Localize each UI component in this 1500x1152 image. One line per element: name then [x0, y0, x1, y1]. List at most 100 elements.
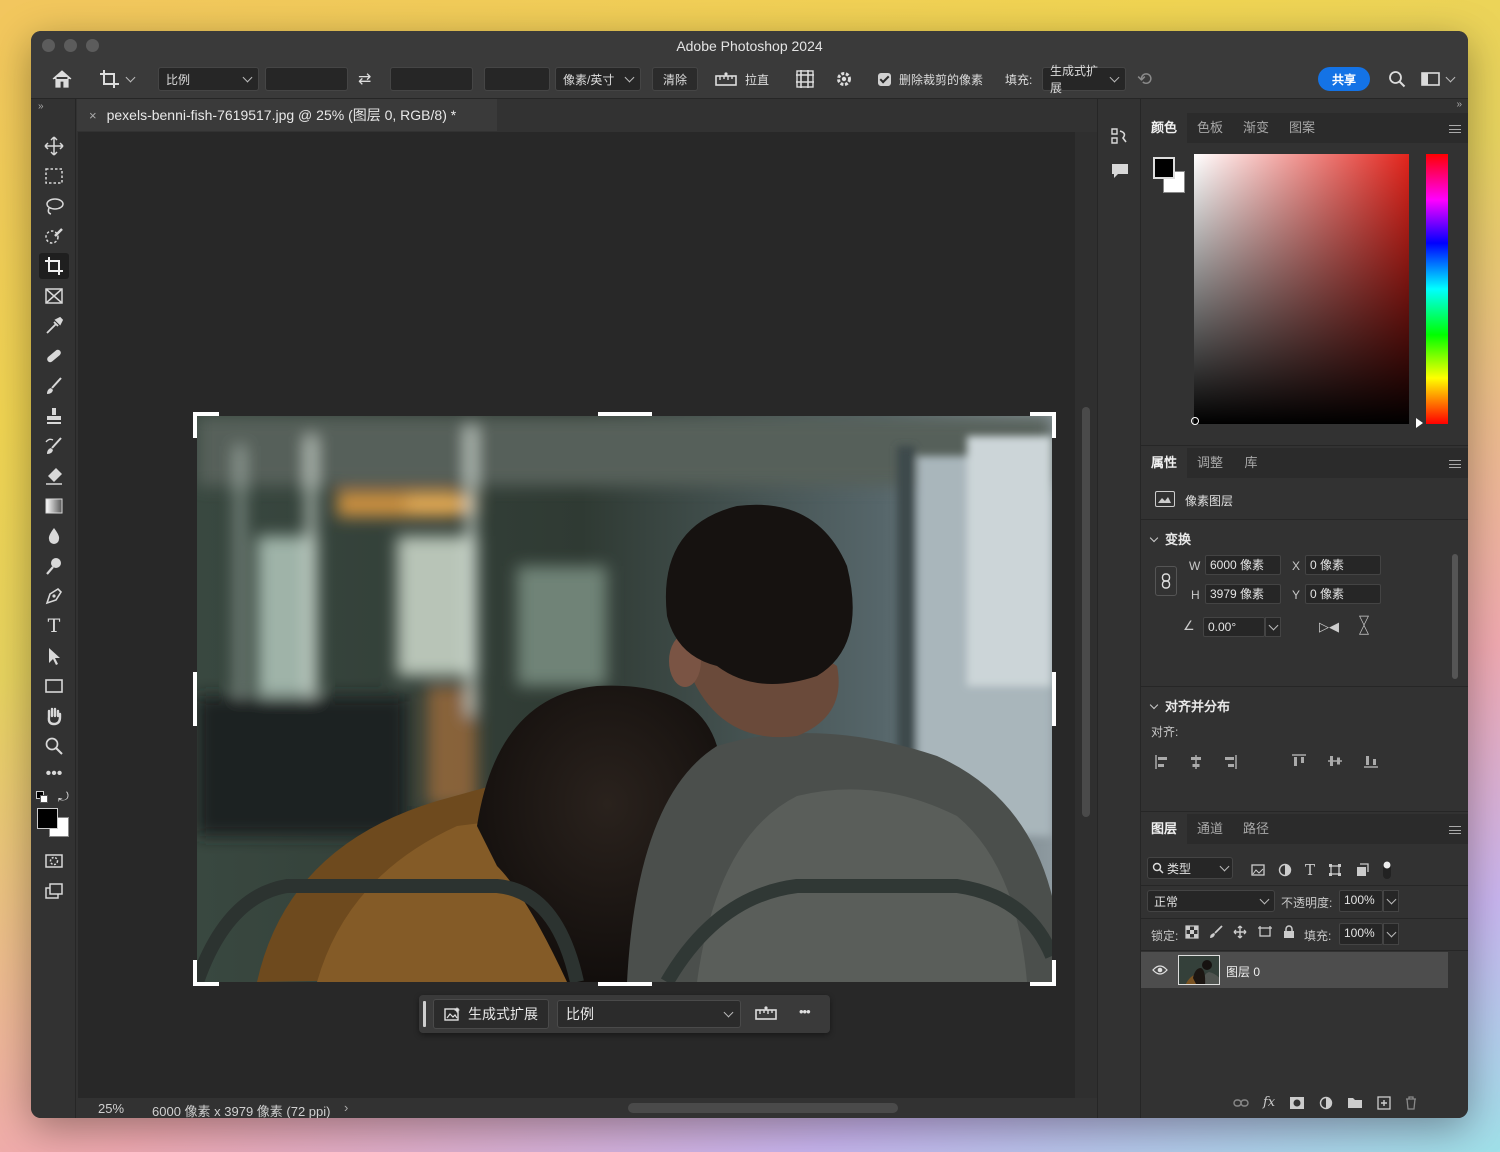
- layers-panel-menu-icon[interactable]: [1449, 826, 1461, 834]
- more-tools-icon[interactable]: •••: [39, 761, 69, 787]
- lock-artboard-icon[interactable]: [1257, 925, 1273, 939]
- brush-tool-icon[interactable]: [39, 373, 69, 399]
- history-panel-icon[interactable]: [1110, 127, 1130, 150]
- chevron-right-icon[interactable]: ›: [344, 1100, 348, 1115]
- context-ratio-select[interactable]: 比例: [557, 1000, 741, 1028]
- straighten-button[interactable]: 拉直: [715, 67, 769, 91]
- workspace-switcher-icon[interactable]: [1421, 67, 1456, 91]
- crop-tool-preset-picker[interactable]: [99, 67, 136, 91]
- tab-channels[interactable]: 通道: [1187, 814, 1233, 844]
- units-select[interactable]: 像素/英寸: [555, 67, 641, 91]
- align-section-header[interactable]: 对齐并分布: [1149, 696, 1230, 715]
- foreground-color-swatch[interactable]: [37, 808, 58, 829]
- lock-transparent-pixels-icon[interactable]: [1185, 925, 1199, 939]
- opacity-field[interactable]: 100%: [1339, 890, 1383, 912]
- zoom-level[interactable]: 25%: [98, 1101, 124, 1116]
- drag-handle-icon[interactable]: [423, 1001, 426, 1027]
- link-layers-icon[interactable]: [1233, 1098, 1249, 1108]
- move-tool-icon[interactable]: [39, 133, 69, 159]
- ratio-select[interactable]: 比例: [158, 67, 259, 91]
- pen-tool-icon[interactable]: [39, 583, 69, 609]
- healing-brush-tool-icon[interactable]: [39, 343, 69, 369]
- filter-type-icon[interactable]: T: [1305, 861, 1315, 879]
- crop-handle-bottom[interactable]: [598, 982, 652, 986]
- tab-adjustments[interactable]: 调整: [1187, 448, 1233, 478]
- search-icon[interactable]: [1388, 67, 1406, 91]
- crop-handle-bottom-right-h[interactable]: [1030, 982, 1056, 986]
- align-bottom-icon[interactable]: [1363, 754, 1379, 768]
- grid-overlay-icon[interactable]: [795, 67, 815, 91]
- swap-dimensions-icon[interactable]: ⇄: [358, 67, 371, 91]
- horizontal-scroll-thumb[interactable]: [628, 1103, 898, 1113]
- lock-all-icon[interactable]: [1283, 925, 1295, 939]
- filter-shape-icon[interactable]: [1328, 863, 1342, 877]
- tab-swatches[interactable]: 色板: [1187, 113, 1233, 143]
- width-field[interactable]: 6000 像素: [1205, 555, 1281, 575]
- tab-layers[interactable]: 图层: [1141, 814, 1187, 844]
- type-tool-icon[interactable]: T: [39, 613, 69, 639]
- align-top-icon[interactable]: [1291, 754, 1307, 768]
- flip-horizontal-icon[interactable]: ▷◀: [1319, 619, 1339, 635]
- filter-adjustment-icon[interactable]: [1278, 863, 1292, 877]
- collapse-toolbar-icon[interactable]: »: [38, 101, 44, 112]
- crop-handle-right[interactable]: [1052, 672, 1056, 726]
- height-field[interactable]: 3979 像素: [1205, 584, 1281, 604]
- foreground-color-chip[interactable]: [1153, 157, 1175, 179]
- fill-opacity-field[interactable]: 100%: [1339, 923, 1383, 945]
- crop-handle-top-left-h[interactable]: [193, 412, 219, 416]
- marquee-tool-icon[interactable]: [39, 163, 69, 189]
- vertical-scrollbar[interactable]: [1075, 132, 1097, 1118]
- clone-stamp-tool-icon[interactable]: [39, 403, 69, 429]
- object-selection-tool-icon[interactable]: [39, 223, 69, 249]
- filter-toggle-icon[interactable]: [1382, 860, 1392, 880]
- collapse-panels-right-icon[interactable]: »: [1456, 99, 1462, 110]
- color-picker-marker[interactable]: [1191, 417, 1199, 425]
- swap-colors-icon[interactable]: ⤾: [58, 789, 69, 805]
- tab-libraries[interactable]: 库: [1233, 448, 1269, 478]
- link-dimensions-icon[interactable]: [1155, 566, 1177, 596]
- tab-gradients[interactable]: 渐变: [1233, 113, 1279, 143]
- angle-dropdown[interactable]: [1265, 617, 1281, 637]
- history-brush-tool-icon[interactable]: [39, 433, 69, 459]
- generative-expand-button[interactable]: 生成式扩展: [433, 999, 549, 1029]
- hue-slider-marker-icon[interactable]: [1416, 418, 1423, 428]
- document-image[interactable]: [197, 416, 1052, 982]
- share-button[interactable]: 共享: [1318, 67, 1371, 91]
- tab-patterns[interactable]: 图案: [1279, 113, 1325, 143]
- tab-paths[interactable]: 路径: [1233, 814, 1279, 844]
- new-adjustment-layer-icon[interactable]: [1319, 1096, 1333, 1110]
- crop-handle-top-right-h[interactable]: [1030, 412, 1056, 416]
- filter-pixel-icon[interactable]: [1251, 864, 1265, 876]
- transform-section-header[interactable]: 变换: [1149, 529, 1191, 548]
- hue-slider[interactable]: [1426, 154, 1448, 424]
- document-info[interactable]: 6000 像素 x 3979 像素 (72 ppi): [152, 1101, 330, 1118]
- x-field[interactable]: 0 像素: [1305, 555, 1381, 575]
- align-horizontal-center-icon[interactable]: [1189, 754, 1203, 770]
- delete-cropped-pixels-checkbox[interactable]: 删除裁剪的像素: [878, 67, 983, 91]
- quick-mask-icon[interactable]: [39, 848, 69, 874]
- fill-select[interactable]: 生成式扩展: [1042, 64, 1126, 95]
- filter-smart-object-icon[interactable]: [1355, 863, 1369, 877]
- new-layer-icon[interactable]: [1377, 1095, 1391, 1110]
- hand-tool-icon[interactable]: [39, 703, 69, 729]
- crop-handle-bottom-left-h[interactable]: [193, 982, 219, 986]
- crop-tool-icon[interactable]: [39, 253, 69, 279]
- fill-opacity-dropdown[interactable]: [1383, 923, 1399, 945]
- tab-properties[interactable]: 属性: [1141, 448, 1187, 478]
- crop-width-field[interactable]: [265, 67, 348, 91]
- comments-panel-icon[interactable]: [1110, 161, 1130, 184]
- angle-field[interactable]: 0.00°: [1203, 617, 1265, 637]
- lock-position-icon[interactable]: [1233, 925, 1247, 939]
- document-tab[interactable]: × pexels-benni-fish-7619517.jpg @ 25% (图…: [77, 99, 497, 131]
- crop-handle-left[interactable]: [193, 672, 197, 726]
- new-group-folder-icon[interactable]: [1347, 1096, 1363, 1109]
- trash-icon[interactable]: [1405, 1095, 1417, 1110]
- eye-icon[interactable]: [1152, 964, 1168, 976]
- align-left-icon[interactable]: [1155, 754, 1169, 770]
- layer-row[interactable]: 图层 0: [1141, 952, 1448, 988]
- resolution-field[interactable]: [484, 67, 550, 91]
- default-colors-icon[interactable]: [36, 791, 48, 803]
- clear-button[interactable]: 清除: [652, 67, 699, 91]
- crop-height-field[interactable]: [390, 67, 473, 91]
- screen-mode-icon[interactable]: [39, 878, 69, 904]
